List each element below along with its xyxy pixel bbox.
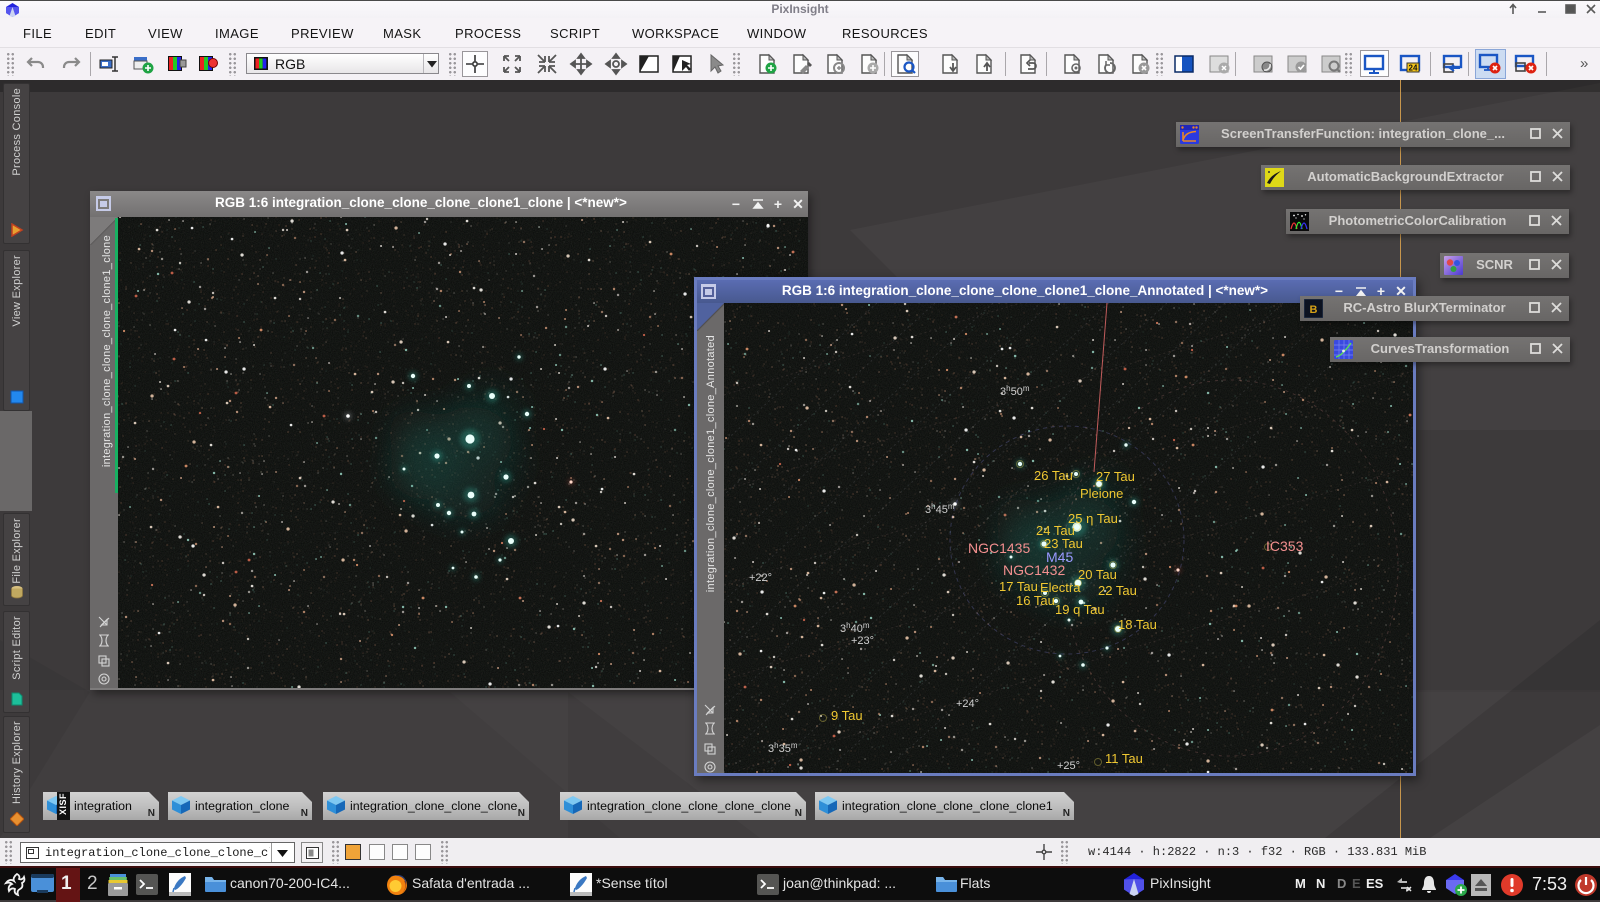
svg-text:+23°: +23° <box>851 635 874 647</box>
svg-text:B: B <box>1310 304 1318 316</box>
svg-text:+22°: +22° <box>749 572 772 584</box>
svg-text:16 Tau: 16 Tau <box>1016 593 1055 608</box>
svg-text:22 Tau: 22 Tau <box>1098 583 1137 598</box>
svg-text:Pleione: Pleione <box>1080 486 1123 501</box>
svg-text:NGC1435: NGC1435 <box>968 540 1030 556</box>
svg-text:26 Tau: 26 Tau <box>1034 468 1073 483</box>
svg-text:17 Tau: 17 Tau <box>999 579 1038 594</box>
svg-text:IC353: IC353 <box>1266 538 1304 554</box>
svg-text:NGC1432: NGC1432 <box>1003 562 1065 578</box>
svg-text:24: 24 <box>1409 64 1418 73</box>
svg-text:+25°: +25° <box>1057 760 1080 772</box>
svg-text:9 Tau: 9 Tau <box>831 708 863 723</box>
svg-text:27 Tau: 27 Tau <box>1096 469 1135 484</box>
svg-text:11 Tau: 11 Tau <box>1105 751 1143 766</box>
svg-text:19 q Tau: 19 q Tau <box>1055 602 1105 617</box>
svg-text:18 Tau: 18 Tau <box>1118 617 1157 632</box>
svg-text:25 η Tau: 25 η Tau <box>1068 511 1118 526</box>
svg-text:+24°: +24° <box>956 698 979 710</box>
svg-text:20 Tau: 20 Tau <box>1078 567 1117 582</box>
